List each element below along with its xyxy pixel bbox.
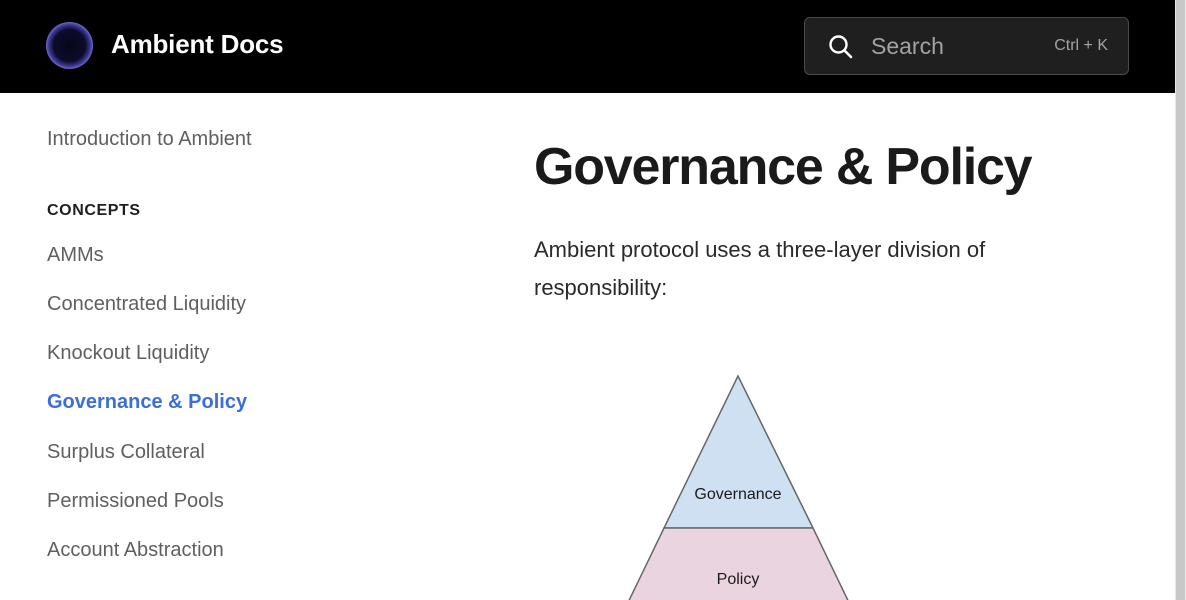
- sidebar-item-concentrated-liquidity[interactable]: Concentrated Liquidity: [47, 293, 246, 316]
- site-title-link[interactable]: Ambient Docs: [111, 29, 284, 60]
- sidebar-item-surplus-collateral[interactable]: Surplus Collateral: [47, 441, 205, 464]
- page-title: Governance & Policy: [534, 138, 1033, 196]
- policy-layer-label: Policy: [717, 571, 760, 588]
- policy-layer: [628, 527, 849, 600]
- search-box[interactable]: Search Ctrl + K: [804, 17, 1129, 75]
- top-navigation-bar: Ambient Docs Search Ctrl + K: [0, 0, 1175, 93]
- search-placeholder: Search: [871, 33, 944, 59]
- sidebar-item-account-abstraction[interactable]: Account Abstraction: [47, 539, 224, 562]
- ambient-logo-icon[interactable]: [46, 22, 93, 69]
- page-scrollbar-thumb[interactable]: [1176, 0, 1185, 600]
- sidebar-item-amms[interactable]: AMMs: [47, 244, 104, 267]
- layer-pyramid-diagram: Governance Policy: [628, 374, 849, 600]
- governance-layer-label: Governance: [694, 486, 781, 503]
- sidebar-section-concepts: CONCEPTS: [47, 202, 141, 219]
- intro-paragraph: Ambient protocol uses a three-layer divi…: [534, 237, 986, 300]
- governance-layer: [662, 374, 815, 529]
- sidebar-item-introduction[interactable]: Introduction to Ambient: [47, 128, 252, 151]
- sidebar-item-governance-policy[interactable]: Governance & Policy: [47, 391, 247, 414]
- sidebar-item-knockout-liquidity[interactable]: Knockout Liquidity: [47, 342, 209, 365]
- search-icon: [829, 35, 853, 59]
- sidebar-item-permissioned-pools[interactable]: Permissioned Pools: [47, 490, 224, 513]
- search-shortcut-hint: Ctrl + K: [1054, 37, 1108, 54]
